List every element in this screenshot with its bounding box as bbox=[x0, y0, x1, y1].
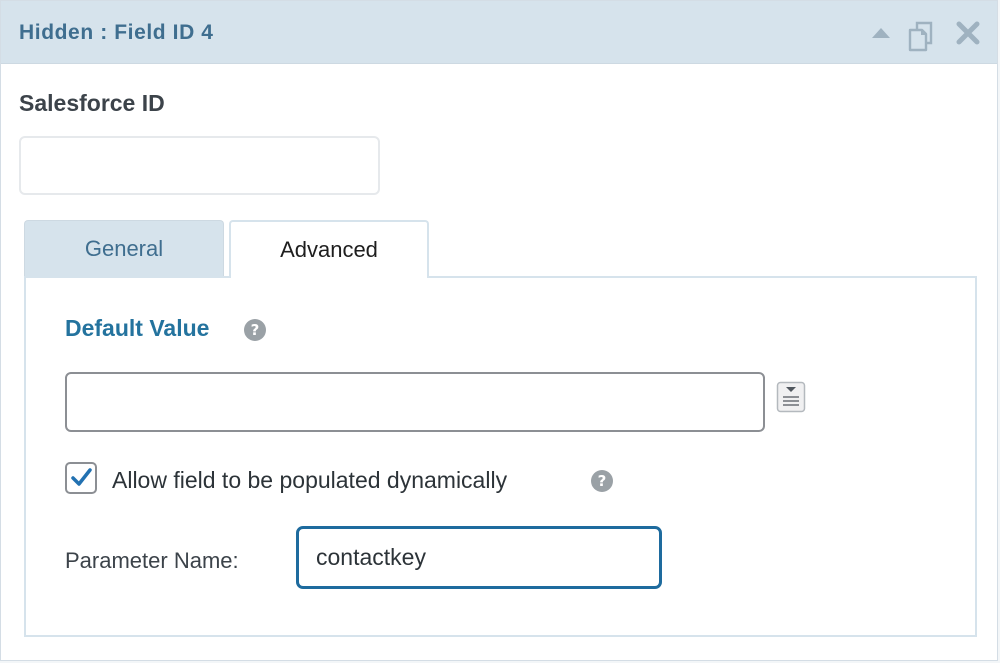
help-icon[interactable]: ? bbox=[244, 319, 266, 341]
parameter-name-label: Parameter Name: bbox=[65, 548, 239, 573]
field-settings-panel: Hidden : Field ID 4 Salesforce ID Genera… bbox=[0, 0, 998, 661]
default-value-label: Default Value bbox=[65, 315, 210, 341]
tab-advanced-label: Advanced bbox=[280, 237, 378, 262]
checkmark-icon bbox=[71, 468, 92, 486]
field-label: Salesforce ID bbox=[19, 90, 165, 116]
field-header-title: Hidden : Field ID 4 bbox=[19, 21, 214, 44]
duplicate-icon[interactable] bbox=[907, 19, 935, 52]
help-icon[interactable]: ? bbox=[591, 470, 613, 492]
collapse-icon[interactable] bbox=[867, 19, 895, 47]
default-value-input[interactable] bbox=[65, 372, 765, 432]
dynamic-population-label[interactable]: Allow field to be populated dynamically bbox=[112, 467, 507, 494]
dynamic-population-checkbox[interactable] bbox=[65, 462, 97, 494]
tab-advanced[interactable]: Advanced bbox=[229, 220, 429, 278]
tab-general[interactable]: General bbox=[24, 220, 224, 277]
parameter-name-input[interactable] bbox=[296, 526, 662, 589]
field-header[interactable]: Hidden : Field ID 4 bbox=[1, 1, 997, 64]
delete-icon[interactable] bbox=[954, 19, 982, 47]
merge-tags-icon[interactable] bbox=[776, 381, 806, 413]
salesforce-id-input[interactable] bbox=[19, 136, 380, 195]
tab-general-label: General bbox=[84, 236, 164, 261]
